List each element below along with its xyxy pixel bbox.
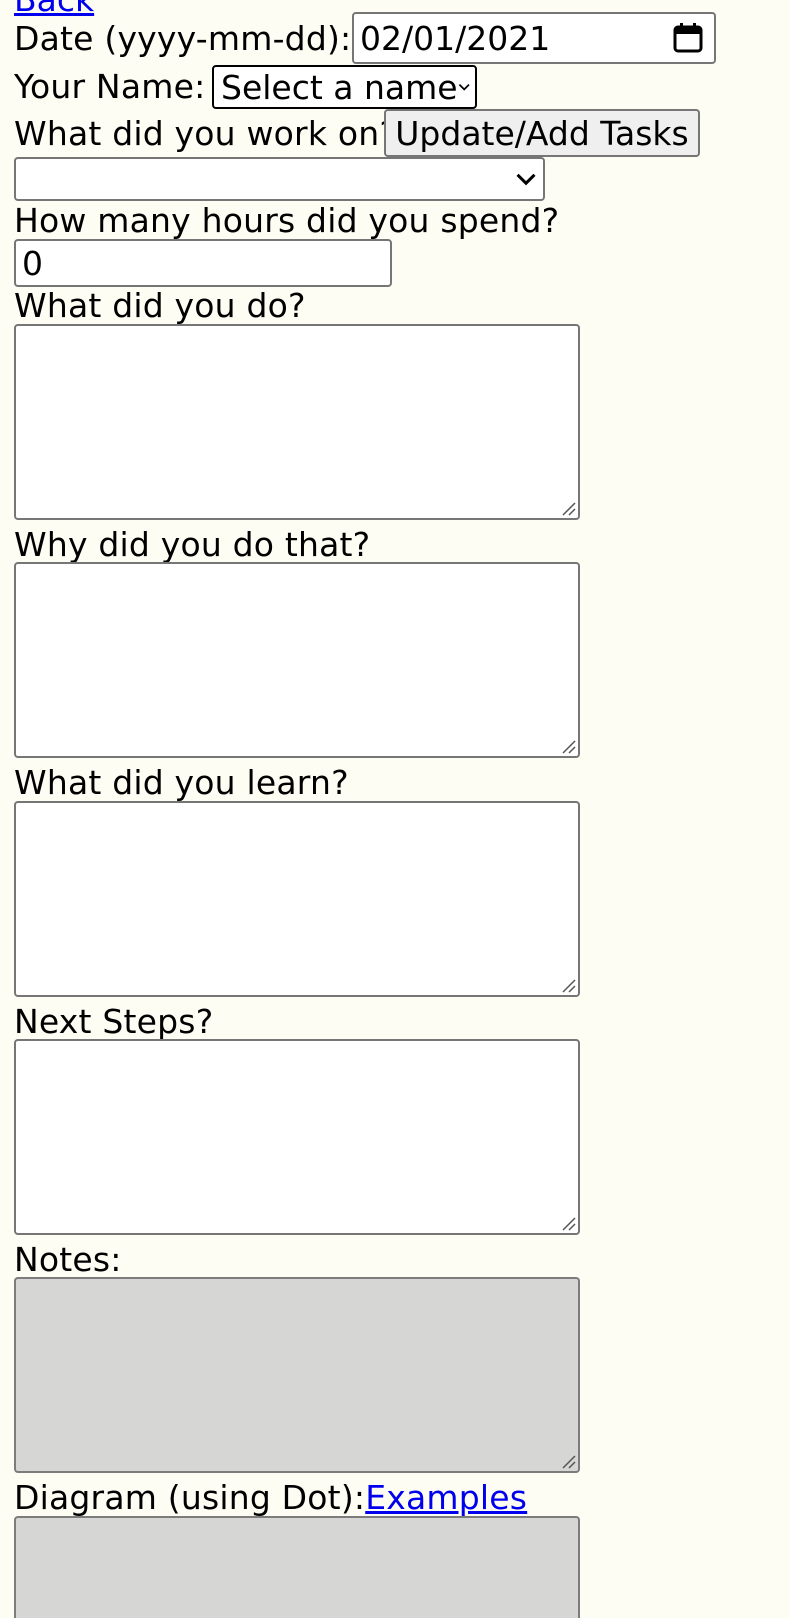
diagram-label-text: Diagram (using Dot): [14, 1478, 366, 1517]
diagram-label: Diagram (using Dot):Examples [14, 1478, 527, 1518]
hours-input[interactable]: 0 [14, 239, 392, 287]
worked-on-label: What did you work on? [14, 114, 398, 153]
examples-link[interactable]: Examples [365, 1478, 527, 1517]
next-steps-textarea[interactable] [14, 1039, 580, 1235]
learn-textarea[interactable] [14, 801, 580, 997]
name-label: Your Name: [14, 67, 206, 106]
name-select-value: Select a name [221, 67, 458, 107]
resize-grip-icon[interactable] [560, 500, 576, 516]
date-input[interactable]: 02/01/2021 [352, 12, 716, 64]
chevron-down-icon [458, 84, 470, 91]
resize-grip-icon [562, 1455, 576, 1469]
back-link[interactable]: Back [14, 0, 94, 20]
update-tasks-button[interactable]: Update/Add Tasks [384, 109, 700, 157]
calendar-icon[interactable] [672, 22, 704, 54]
hours-value: 0 [22, 243, 43, 283]
why-textarea[interactable] [14, 562, 580, 758]
chevron-down-icon [516, 173, 536, 186]
notes-label: Notes: [14, 1240, 122, 1279]
date-value: 02/01/2021 [360, 18, 551, 58]
why-label: Why did you do that? [14, 525, 371, 564]
did-textarea[interactable] [14, 324, 580, 520]
learn-label: What did you learn? [14, 763, 349, 802]
date-label: Date (yyyy-mm-dd): [14, 19, 352, 58]
daily-log-form: Back Date (yyyy-mm-dd): 02/01/2021 Your … [0, 0, 790, 1618]
hours-label: How many hours did you spend? [14, 201, 560, 240]
next-steps-label: Next Steps? [14, 1002, 214, 1041]
did-label: What did you do? [14, 286, 306, 325]
task-select[interactable] [14, 157, 545, 201]
name-select[interactable]: Select a name [212, 65, 477, 109]
notes-textarea [14, 1277, 580, 1473]
diagram-textarea [14, 1516, 580, 1618]
resize-grip-icon[interactable] [560, 1215, 576, 1231]
resize-grip-icon[interactable] [560, 738, 576, 754]
resize-grip-icon[interactable] [560, 977, 576, 993]
